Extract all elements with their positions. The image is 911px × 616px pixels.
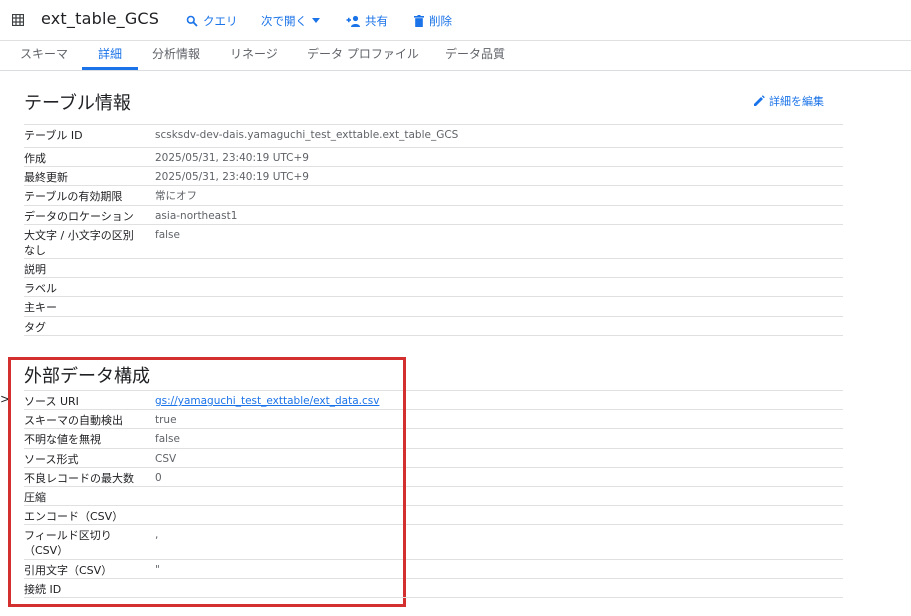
connection-id-row: 接続 ID xyxy=(24,578,843,597)
tab-data-quality[interactable]: データ品質 xyxy=(445,40,505,69)
ignore-unknown-values-row: 不明な値を無視 false xyxy=(24,428,843,448)
data-location-row: データのロケーション asia-northeast1 xyxy=(24,205,843,224)
compression-row: 圧縮 xyxy=(24,486,843,505)
caret-down-icon xyxy=(312,18,320,23)
external-config-bottom-divider xyxy=(24,597,843,598)
tab-schema[interactable]: スキーマ xyxy=(20,40,68,69)
field-delimiter-row: フィールド区切り（CSV）, xyxy=(24,524,843,559)
delete-label: 削除 xyxy=(429,14,452,28)
data-location-label: データのロケーション xyxy=(24,210,134,223)
open-in-label: 次で開く xyxy=(261,14,307,28)
primary-key-label: 主キー xyxy=(24,301,57,314)
case-insensitive-row: 大文字 / 小文字の区別なし false xyxy=(24,224,843,258)
query-label: クエリ xyxy=(203,14,238,28)
open-in-button[interactable]: 次で開く xyxy=(261,12,320,30)
source-uri-label: ソース URI xyxy=(24,395,79,408)
max-bad-records-row: 不良レコードの最大数 0 xyxy=(24,467,843,486)
schema-autodetect-value: true xyxy=(155,414,177,426)
field-delimiter-label: フィールド区切り（CSV） xyxy=(24,529,112,557)
table-id-row: テーブル ID scsksdv-dev-dais.yamaguchi_test_e… xyxy=(24,124,843,147)
quote-char-value: " xyxy=(155,564,160,576)
data-location-value: asia-northeast1 xyxy=(155,210,238,222)
max-bad-records-value: 0 xyxy=(155,472,162,484)
edit-details-button[interactable]: 詳細を編集 xyxy=(753,93,824,109)
created-value: 2025/05/31, 23:40:19 UTC+9 xyxy=(155,152,309,164)
table-info-title: テーブル情報 xyxy=(24,93,131,114)
ignore-unknown-values-value: false xyxy=(155,433,180,445)
pencil-icon xyxy=(754,95,765,106)
table-id-label: テーブル ID xyxy=(24,129,83,142)
source-format-row: ソース形式 CSV xyxy=(24,448,843,467)
edit-details-label: 詳細を編集 xyxy=(769,95,824,108)
description-row: 説明 xyxy=(24,258,843,277)
labels-label: ラベル xyxy=(24,282,57,295)
field-delimiter-value: , xyxy=(155,529,159,541)
encoding-label: エンコード（CSV） xyxy=(24,510,124,523)
table-expiration-row: テーブルの有効期限 常にオフ xyxy=(24,185,843,205)
ignore-unknown-values-label: 不明な値を無視 xyxy=(24,433,101,446)
share-label: 共有 xyxy=(365,14,388,28)
table-info-bottom-divider xyxy=(24,335,843,336)
person-add-icon xyxy=(346,15,360,27)
external-config-title: 外部データ構成 xyxy=(24,366,150,387)
description-label: 説明 xyxy=(24,263,46,276)
tab-data-profile[interactable]: データ プロファイル xyxy=(307,40,419,69)
table-grid-icon xyxy=(12,14,24,26)
connection-id-label: 接続 ID xyxy=(24,583,62,596)
table-title: ext_table_GCS xyxy=(41,9,160,28)
last-modified-value: 2025/05/31, 23:40:19 UTC+9 xyxy=(155,171,309,183)
tags-row: タグ xyxy=(24,316,843,335)
table-expiration-label: テーブルの有効期限 xyxy=(24,190,123,203)
tab-details[interactable]: 詳細 xyxy=(82,40,138,69)
compression-label: 圧縮 xyxy=(24,491,46,504)
source-format-label: ソース形式 xyxy=(24,453,79,466)
left-edge-mark: > xyxy=(0,392,11,406)
table-id-value: scsksdv-dev-dais.yamaguchi_test_exttable… xyxy=(155,129,459,141)
toolbar: ext_table_GCS クエリ 次で開く 共有 削除 xyxy=(0,0,911,41)
tab-lineage[interactable]: リネージ xyxy=(230,40,278,69)
schema-autodetect-row: スキーマの自動検出 true xyxy=(24,409,843,428)
source-uri-row: ソース URI gs://yamaguchi_test_exttable/ext_… xyxy=(24,390,843,409)
created-label: 作成 xyxy=(24,152,46,165)
share-button[interactable]: 共有 xyxy=(346,12,388,30)
source-format-value: CSV xyxy=(155,453,177,465)
last-modified-label: 最終更新 xyxy=(24,171,68,184)
quote-char-label: 引用文字（CSV） xyxy=(24,564,113,577)
primary-key-row: 主キー xyxy=(24,296,843,316)
active-tab-indicator xyxy=(82,67,138,70)
delete-button[interactable]: 削除 xyxy=(414,12,452,30)
created-row: 作成 2025/05/31, 23:40:19 UTC+9 xyxy=(24,147,843,166)
max-bad-records-label: 不良レコードの最大数 xyxy=(24,472,134,485)
case-insensitive-value: false xyxy=(155,229,180,241)
search-icon xyxy=(186,15,198,27)
tags-label: タグ xyxy=(24,321,46,334)
schema-autodetect-label: スキーマの自動検出 xyxy=(24,414,123,427)
table-expiration-value: 常にオフ xyxy=(155,190,197,202)
source-uri-value[interactable]: gs://yamaguchi_test_exttable/ext_data.cs… xyxy=(155,394,379,409)
query-button[interactable]: クエリ xyxy=(186,12,238,30)
quote-char-row: 引用文字（CSV） " xyxy=(24,559,843,578)
encoding-row: エンコード（CSV） xyxy=(24,505,843,524)
case-insensitive-label: 大文字 / 小文字の区別なし xyxy=(24,229,134,257)
last-modified-row: 最終更新 2025/05/31, 23:40:19 UTC+9 xyxy=(24,166,843,185)
labels-row: ラベル xyxy=(24,277,843,296)
trash-icon xyxy=(414,15,424,27)
tab-insights[interactable]: 分析情報 xyxy=(152,40,200,69)
